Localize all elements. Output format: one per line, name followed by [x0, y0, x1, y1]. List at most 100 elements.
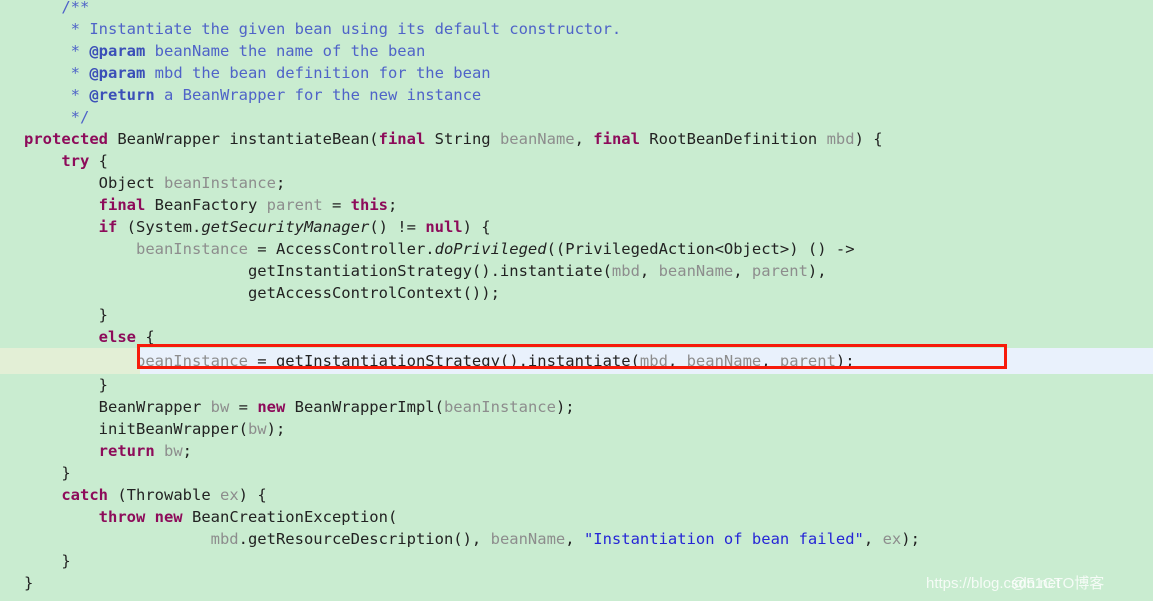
token-id: Object	[98, 174, 164, 192]
token-id: ,	[667, 352, 687, 370]
token-cmt: /**	[61, 0, 90, 16]
token-var: beanName	[490, 530, 566, 548]
code-line[interactable]: * @return a BeanWrapper for the new inst…	[0, 84, 1153, 106]
token-id: getAccessControlContext());	[247, 284, 500, 302]
code-line[interactable]: /**	[0, 0, 1153, 18]
code-line[interactable]: }	[0, 550, 1153, 572]
code-line[interactable]: catch (Throwable ex) {	[0, 484, 1153, 506]
token-id: BeanFactory	[145, 196, 267, 214]
code-line[interactable]: final BeanFactory parent = this;	[0, 194, 1153, 216]
token-kw: final	[378, 130, 426, 148]
code-line[interactable]: protected BeanWrapper instantiateBean(fi…	[0, 128, 1153, 150]
code-line[interactable]: throw new BeanCreationException(	[0, 506, 1153, 528]
code-line[interactable]: mbd.getResourceDescription(), beanName, …	[0, 528, 1153, 550]
code-line-text: mbd.getResourceDescription(), beanName, …	[24, 530, 920, 548]
token-cmt: * Instantiate the given bean using its d…	[61, 20, 622, 38]
token-id: ) {	[462, 218, 491, 236]
token-id: ),	[807, 262, 827, 280]
token-var: bw	[247, 420, 267, 438]
code-line-text: * @param mbd the bean definition for the…	[24, 64, 491, 82]
code-line[interactable]: */	[0, 106, 1153, 128]
code-line[interactable]: initBeanWrapper(bw);	[0, 418, 1153, 440]
token-cmtb: @return	[89, 86, 155, 104]
token-var: parent	[751, 262, 808, 280]
code-line[interactable]: Object beanInstance;	[0, 172, 1153, 194]
token-cmtb: @param	[89, 64, 146, 82]
token-id: (System.	[117, 218, 202, 236]
token-id: getInstantiationStrategy().instantiate(	[247, 262, 612, 280]
code-screenshot: /** * Instantiate the given bean using i…	[0, 0, 1153, 601]
token-id: BeanWrapper	[98, 398, 211, 416]
code-line[interactable]: }	[0, 304, 1153, 326]
token-id: (Throwable	[108, 486, 220, 504]
token-cmt: a BeanWrapper for the new instance	[154, 86, 482, 104]
token-id: );	[555, 398, 575, 416]
token-var: mbd	[210, 530, 239, 548]
token-cmt: *	[61, 42, 90, 60]
code-line[interactable]: BeanWrapper bw = new BeanWrapperImpl(bea…	[0, 396, 1153, 418]
token-mth: doPrivileged	[434, 240, 547, 258]
token-var: beanInstance	[135, 240, 248, 258]
token-kw: return	[98, 442, 155, 460]
code-line-text: Object beanInstance;	[24, 174, 286, 192]
code-line-text: return bw;	[24, 442, 192, 460]
code-line-highlighted[interactable]: beanInstance = getInstantiationStrategy(…	[0, 348, 1153, 374]
code-line[interactable]: }	[0, 462, 1153, 484]
code-line-text: if (System.getSecurityManager() != null)…	[24, 218, 491, 236]
code-line[interactable]: else {	[0, 326, 1153, 348]
token-var: beanInstance	[443, 398, 556, 416]
code-line-text: * Instantiate the given bean using its d…	[24, 20, 622, 38]
code-line[interactable]: if (System.getSecurityManager() != null)…	[0, 216, 1153, 238]
token-cmt: beanName the name of the bean	[145, 42, 426, 60]
code-line[interactable]: try {	[0, 150, 1153, 172]
token-id: {	[89, 152, 108, 170]
code-line-text: }	[24, 376, 108, 394]
code-line-text: else {	[24, 328, 155, 346]
token-id: RootBeanDefinition	[639, 130, 827, 148]
code-line-text: BeanWrapper bw = new BeanWrapperImpl(bea…	[24, 398, 575, 416]
code-line[interactable]: beanInstance = AccessController.doPrivil…	[0, 238, 1153, 260]
code-line-text: try {	[24, 152, 108, 170]
code-line[interactable]: getAccessControlContext());	[0, 282, 1153, 304]
code-line-text: protected BeanWrapper instantiateBean(fi…	[24, 130, 883, 148]
code-line[interactable]: * @param mbd the bean definition for the…	[0, 62, 1153, 84]
token-kw: if	[98, 218, 118, 236]
code-line-text: * @param beanName the name of the bean	[24, 42, 426, 60]
code-line-text: }	[24, 464, 71, 482]
token-id: );	[266, 420, 286, 438]
token-id: }	[61, 464, 71, 482]
token-kw: final	[593, 130, 640, 148]
token-id: = AccessController.	[247, 240, 435, 258]
token-id: {	[135, 328, 155, 346]
token-var: bw	[164, 442, 183, 460]
code-line[interactable]: * @param beanName the name of the bean	[0, 40, 1153, 62]
code-line-text: throw new BeanCreationException(	[24, 508, 398, 526]
code-line[interactable]: return bw;	[0, 440, 1153, 462]
token-id: ((PrivilegedAction<Object>) () ->	[546, 240, 855, 258]
token-var: beanInstance	[163, 174, 276, 192]
token-cmtb: @param	[89, 42, 146, 60]
code-line[interactable]: getInstantiationStrategy().instantiate(m…	[0, 260, 1153, 282]
code-line[interactable]: * Instantiate the given bean using its d…	[0, 18, 1153, 40]
code-line[interactable]: }	[0, 374, 1153, 396]
code-line-text: /**	[24, 0, 89, 16]
token-var: parent	[266, 196, 323, 214]
token-var: beanName	[686, 352, 762, 370]
token-id: .getResourceDescription(),	[238, 530, 491, 548]
